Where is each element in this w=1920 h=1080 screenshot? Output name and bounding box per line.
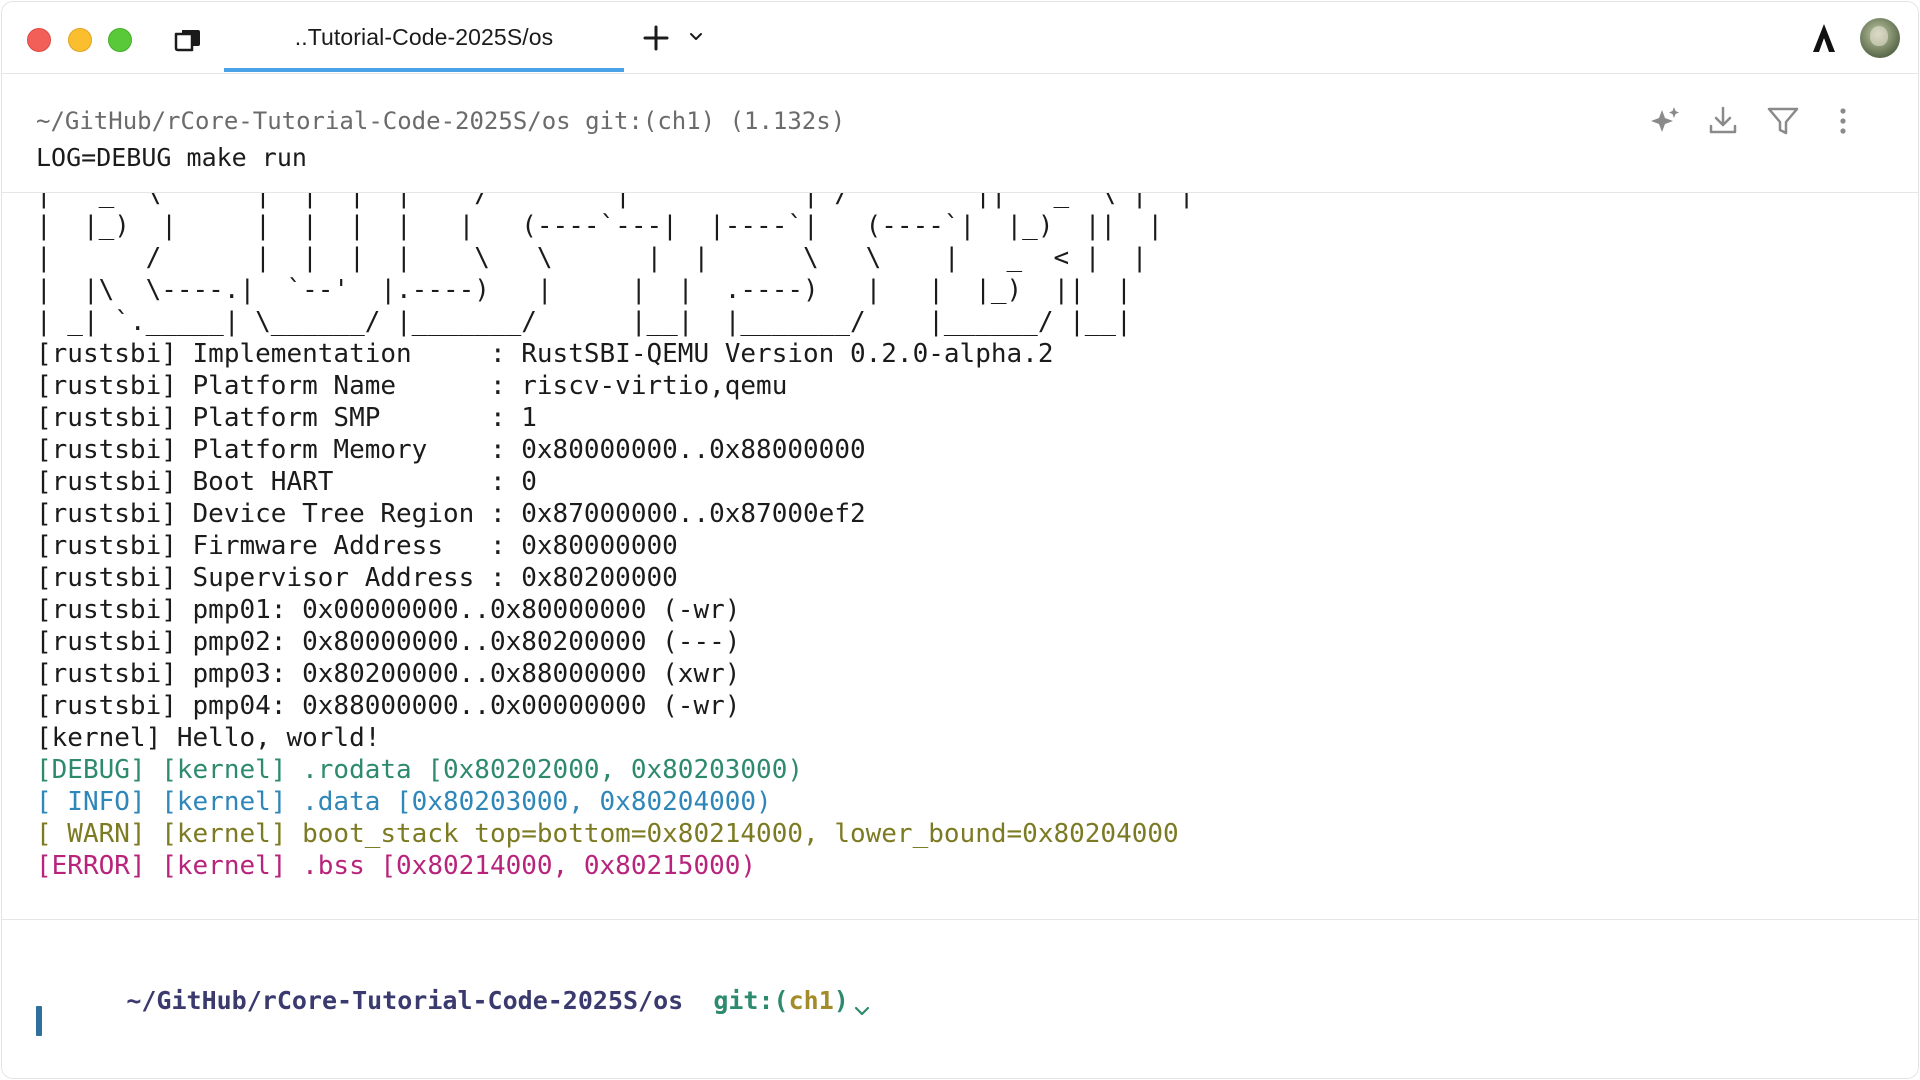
minimize-window-button[interactable] [68,28,92,52]
rustsbi-line: [rustsbi] Device Tree Region : 0x8700000… [36,499,866,529]
ascii-art-line: | _| `._____| \______/ |_______/ |__| |_… [36,307,1132,337]
prompt-path: ~/GitHub/rCore-Tutorial-Code-2025S/os [126,986,684,1015]
input-editor[interactable]: ~/GitHub/rCore-Tutorial-Code-2025S/os gi… [2,919,1918,1078]
block-command: LOG=DEBUG make run [36,143,307,172]
ascii-art-line: | / | | | | \ \ | | \ \ | _ < | | [36,243,1148,273]
zoom-window-button[interactable] [108,28,132,52]
text-cursor [36,1006,42,1036]
rustsbi-line: [rustsbi] Firmware Address : 0x80000000 [36,531,678,561]
filter-icon[interactable] [1766,104,1800,138]
git-prefix: git:( [713,986,789,1015]
ascii-art-line: | |_) | | | | | | (----`---| |----`| (--… [36,211,1164,241]
log-debug-line: [DEBUG] [kernel] .rodata [0x80202000, 0x… [36,755,804,785]
log-info-line: [ INFO] [kernel] .data [0x80203000, 0x80… [36,787,772,817]
tab-active-indicator [224,68,624,72]
agent-icon[interactable] [1811,22,1837,54]
git-branch[interactable]: ch1 [789,986,834,1015]
rustsbi-line: [rustsbi] Implementation : RustSBI-QEMU … [36,339,1054,369]
rustsbi-line: [rustsbi] pmp04: 0x88000000..0x00000000 … [36,691,741,721]
rustsbi-line: [rustsbi] Platform SMP : 1 [36,403,537,433]
plus-icon[interactable] [642,24,670,52]
rustsbi-line: [rustsbi] Supervisor Address : 0x8020000… [36,563,678,593]
rustsbi-line: [rustsbi] pmp03: 0x80200000..0x88000000 … [36,659,741,689]
chevron-down-icon[interactable] [688,30,704,42]
title-bar: ..Tutorial-Code-2025S/os [2,2,1918,74]
kernel-hello-line: [kernel] Hello, world! [36,723,381,753]
output-text: | _ \ | | | | / | | / || _ \ | | | |_) | … [36,188,1194,882]
prompt-context: ~/GitHub/rCore-Tutorial-Code-2025S/os gi… [36,957,871,1044]
close-window-button[interactable] [27,28,51,52]
rustsbi-line: [rustsbi] Platform Memory : 0x80000000..… [36,435,866,465]
sparkle-icon[interactable] [1648,104,1682,138]
panels-icon[interactable] [173,26,203,52]
block-prompt: ~/GitHub/rCore-Tutorial-Code-2025S/os gi… [36,107,846,135]
download-icon[interactable] [1706,104,1740,138]
ascii-art-line: | |\ \----.| `--' |.----) | | | .----) |… [36,275,1132,305]
log-warn-line: [ WARN] [kernel] boot_stack top=bottom=0… [36,819,1179,849]
block-actions [1648,104,1868,138]
git-suffix: ) [833,986,849,1015]
tab-title: ..Tutorial-Code-2025S/os [294,24,554,50]
rustsbi-line: [rustsbi] pmp02: 0x80000000..0x80200000 … [36,627,741,657]
command-output[interactable]: | _ \ | | | | / | | / || _ \ | | | |_) | … [2,188,1918,918]
branch-chevron-down-icon[interactable] [853,995,871,1016]
user-avatar[interactable] [1860,18,1900,58]
log-error-line: [ERROR] [kernel] .bss [0x80214000, 0x802… [36,851,757,881]
command-block-header[interactable]: ~/GitHub/rCore-Tutorial-Code-2025S/os gi… [2,74,1918,193]
more-vertical-icon[interactable] [1826,104,1860,138]
terminal-window: ..Tutorial-Code-2025S/os ~/GitHub/rCore-… [1,1,1919,1079]
rustsbi-line: [rustsbi] pmp01: 0x00000000..0x80000000 … [36,595,741,625]
rustsbi-line: [rustsbi] Platform Name : riscv-virtio,q… [36,371,788,401]
rustsbi-line: [rustsbi] Boot HART : 0 [36,467,537,497]
tab-active[interactable]: ..Tutorial-Code-2025S/os [224,2,624,72]
